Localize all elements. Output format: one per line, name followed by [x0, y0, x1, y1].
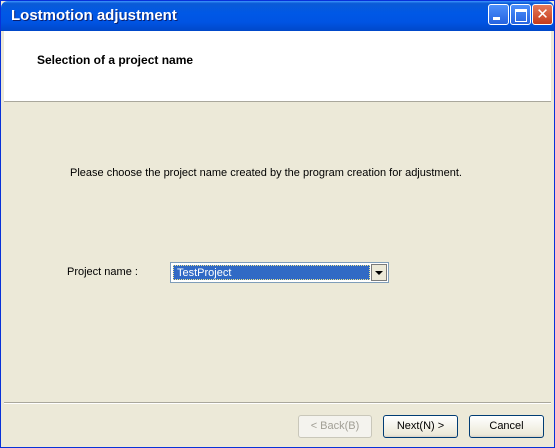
minimize-icon — [493, 17, 500, 20]
close-button[interactable]: ✕ — [532, 4, 553, 25]
back-button[interactable]: < Back(B) — [298, 415, 372, 438]
button-separator — [4, 402, 551, 404]
window-title: Lostmotion adjustment — [11, 7, 177, 24]
minimize-button[interactable] — [488, 4, 509, 25]
title-bar[interactable]: Lostmotion adjustment ✕ — [1, 1, 554, 31]
next-button[interactable]: Next(N) > — [383, 415, 458, 438]
dialog-window: Lostmotion adjustment ✕ Selection of a p… — [0, 0, 555, 448]
wizard-header: Selection of a project name — [4, 31, 551, 102]
instruction-text: Please choose the project name created b… — [70, 167, 462, 179]
maximize-icon — [515, 9, 527, 22]
project-name-combobox[interactable]: TestProject — [170, 262, 389, 283]
cancel-button[interactable]: Cancel — [469, 415, 544, 438]
chevron-down-icon — [375, 271, 383, 275]
close-icon: ✕ — [536, 5, 549, 23]
project-name-value: TestProject — [173, 265, 370, 280]
header-title: Selection of a project name — [37, 53, 194, 67]
project-name-label: Project name : — [67, 266, 138, 278]
combobox-dropdown-button[interactable] — [371, 264, 387, 281]
maximize-button[interactable] — [510, 4, 531, 25]
